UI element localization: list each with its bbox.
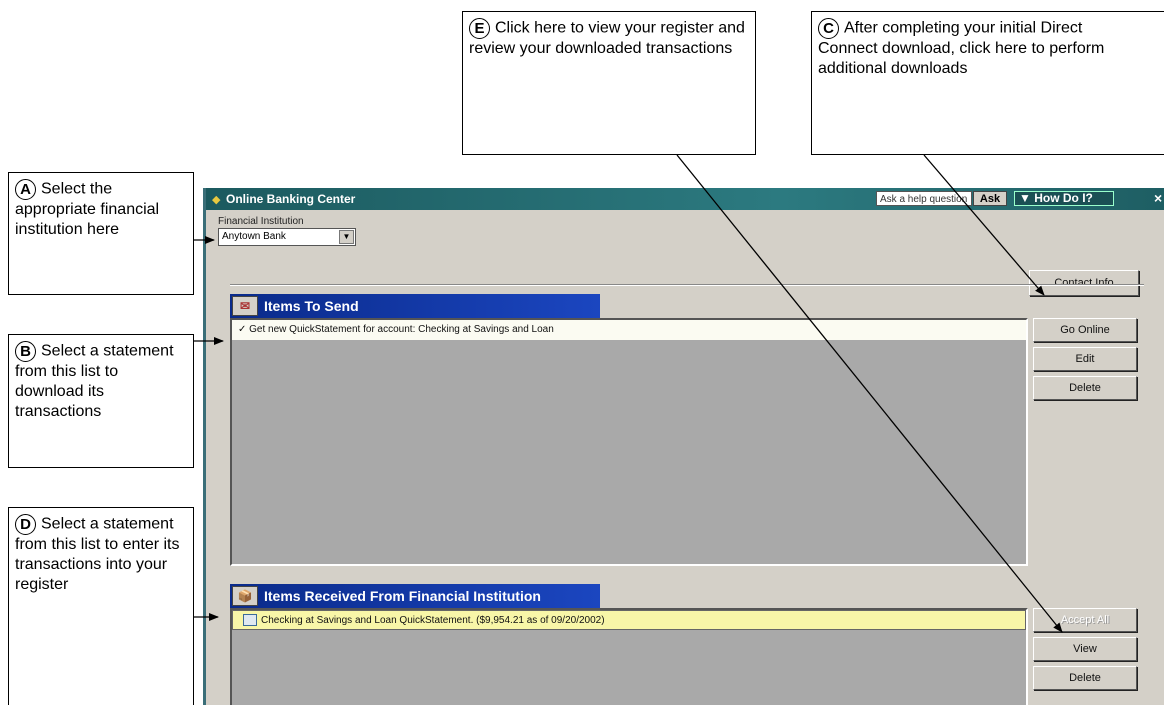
- edit-button[interactable]: Edit: [1033, 347, 1137, 371]
- delete-send-button[interactable]: Delete: [1033, 376, 1137, 400]
- callout-d-text: Select a statement from this list to ent…: [15, 515, 180, 593]
- go-online-button[interactable]: Go Online: [1033, 318, 1137, 342]
- how-do-i-button[interactable]: ▼ How Do I?: [1014, 191, 1114, 206]
- outbox-icon: ✉: [232, 296, 258, 316]
- online-banking-window: ◆ Online Banking Center Ask a help quest…: [203, 188, 1164, 705]
- items-to-send-title: Items To Send: [264, 298, 359, 314]
- divider: [230, 284, 1144, 286]
- app-icon: ◆: [212, 194, 221, 206]
- callout-d-badge: D: [15, 514, 36, 535]
- list-item[interactable]: Checking at Savings and Loan QuickStatem…: [232, 610, 1026, 630]
- ask-button[interactable]: Ask: [973, 191, 1007, 206]
- callout-b-text: Select a statement from this list to dow…: [15, 342, 174, 420]
- window-title: Online Banking Center: [226, 192, 356, 206]
- callout-d: D Select a statement from this list to en…: [8, 507, 194, 705]
- callout-c-badge: C: [818, 18, 839, 39]
- close-icon[interactable]: ×: [1154, 190, 1162, 206]
- callout-b: B Select a statement from this list to do…: [8, 334, 194, 468]
- callout-e-text: Click here to view your register and rev…: [469, 19, 745, 57]
- delete-received-button[interactable]: Delete: [1033, 666, 1137, 690]
- callout-c-text: After completing your initial Direct Con…: [818, 19, 1105, 77]
- callout-b-badge: B: [15, 341, 36, 362]
- contact-info-button[interactable]: Contact Info: [1029, 270, 1139, 296]
- callout-e-badge: E: [469, 18, 490, 39]
- view-button[interactable]: View: [1033, 637, 1137, 661]
- title-bar: ◆ Online Banking Center Ask a help quest…: [206, 188, 1164, 210]
- callout-a-badge: A: [15, 179, 36, 200]
- financial-institution-label: Financial Institution: [218, 216, 304, 227]
- items-to-send-header: ✉ Items To Send: [230, 294, 600, 318]
- items-to-send-list[interactable]: ✓ Get new QuickStatement for account: Ch…: [230, 318, 1028, 566]
- callout-e: E Click here to view your register and re…: [462, 11, 756, 155]
- list-item[interactable]: ✓ Get new QuickStatement for account: Ch…: [232, 320, 1026, 340]
- callout-c: C After completing your initial Direct Co…: [811, 11, 1164, 155]
- help-question-input[interactable]: Ask a help question: [876, 191, 972, 206]
- items-received-list[interactable]: Checking at Savings and Loan QuickStatem…: [230, 608, 1028, 705]
- callout-a-text: Select the appropriate financial institu…: [15, 180, 160, 238]
- items-received-title: Items Received From Financial Institutio…: [264, 588, 541, 604]
- inbox-icon: 📦: [232, 586, 258, 606]
- financial-institution-dropdown[interactable]: Anytown Bank ▼: [218, 228, 356, 246]
- financial-institution-value: Anytown Bank: [222, 231, 286, 242]
- chevron-down-icon[interactable]: ▼: [339, 230, 354, 244]
- callout-a: A Select the appropriate financial instit…: [8, 172, 194, 295]
- items-received-header: 📦 Items Received From Financial Institut…: [230, 584, 600, 608]
- received-item-label: Checking at Savings and Loan QuickStatem…: [261, 615, 605, 626]
- statement-icon: [243, 614, 257, 626]
- accept-all-button[interactable]: Accept All: [1033, 608, 1137, 632]
